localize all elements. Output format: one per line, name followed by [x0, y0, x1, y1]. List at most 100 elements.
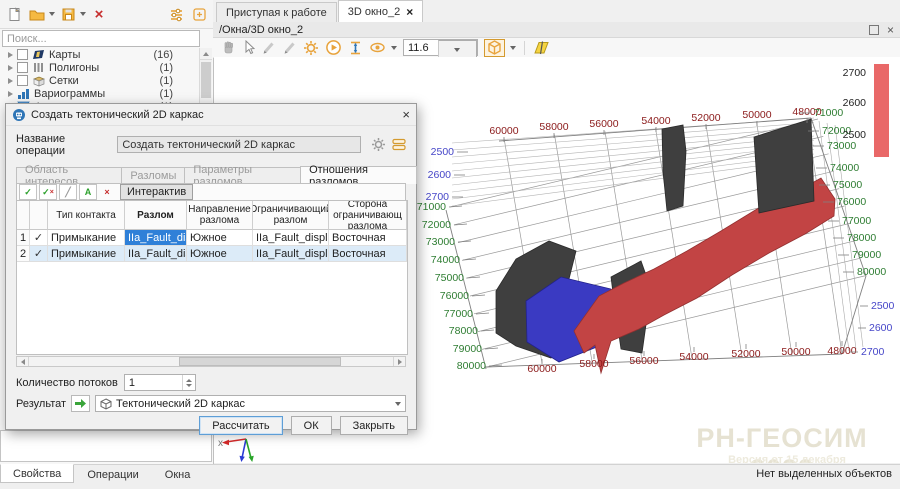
cell-contact-type[interactable]: Примыкание — [48, 230, 125, 246]
pan-hand-icon[interactable] — [221, 39, 236, 56]
draw-pencil-icon[interactable] — [261, 39, 276, 56]
tree-item-polygons[interactable]: Полигоны (1) — [0, 61, 199, 74]
axis-tick-label: 80000 — [457, 360, 486, 372]
cell-fault-selected[interactable]: IIa_Fault_displa... — [125, 230, 187, 246]
spinner-arrows[interactable] — [182, 375, 195, 390]
checkbox[interactable] — [17, 75, 28, 86]
column-header-fault[interactable]: Разлом — [125, 201, 187, 230]
row-checkbox[interactable]: ✓ — [30, 246, 48, 262]
cell-bounding-side[interactable]: Восточная — [329, 230, 407, 246]
remove-red-icon[interactable]: × — [99, 185, 115, 199]
eye-dropdown-caret[interactable] — [391, 46, 397, 50]
expand-caret-icon[interactable] — [8, 65, 13, 71]
check-remove-icon[interactable]: ✓× — [39, 184, 57, 200]
threads-spinner[interactable]: 1 — [124, 374, 196, 391]
settings-gear-icon[interactable] — [303, 39, 319, 56]
calculate-button[interactable]: Рассчитать — [199, 416, 282, 435]
edit-pencil-icon[interactable] — [282, 39, 297, 56]
open-dropdown-caret[interactable] — [49, 12, 55, 16]
auto-select-icon[interactable]: A — [79, 184, 97, 200]
new-document-button[interactable] — [4, 4, 24, 24]
tab-faults[interactable]: Разломы — [121, 167, 185, 184]
scroll-left-icon[interactable] — [17, 357, 29, 366]
result-combo[interactable]: Тектонический 2D каркас — [95, 395, 406, 412]
tab-fault-relations[interactable]: Отношения разломов — [300, 166, 417, 184]
filter-settings-icon[interactable] — [166, 4, 186, 24]
cell-bounding-fault[interactable]: IIa_Fault_displacem... — [253, 246, 329, 262]
table-horizontal-scrollbar[interactable] — [16, 356, 406, 367]
cell-bounding-side[interactable]: Восточная — [329, 246, 407, 262]
expand-caret-icon[interactable] — [8, 91, 13, 97]
visibility-eye-icon[interactable] — [369, 39, 386, 56]
row-checkbox[interactable]: ✓ — [30, 230, 48, 246]
axis-tick-label: 2500 — [431, 146, 455, 158]
close-tab-icon[interactable]: × — [406, 7, 413, 17]
fault-relations-table[interactable]: Тип контакта Разлом Направление разлома … — [16, 200, 408, 355]
save-button[interactable] — [58, 4, 78, 24]
tab-getting-started[interactable]: Приступая к работе — [216, 2, 337, 22]
surface-fault-dark-topright[interactable] — [754, 119, 814, 213]
scrollbar-thumb[interactable] — [201, 62, 211, 98]
checkbox[interactable] — [17, 49, 28, 60]
vertical-scale-icon[interactable] — [348, 39, 363, 56]
save-dropdown-caret[interactable] — [80, 12, 86, 16]
expand-caret-icon[interactable] — [8, 78, 13, 84]
scroll-right-icon[interactable] — [393, 357, 405, 366]
clear-diagonal-icon[interactable]: ╱ — [59, 184, 77, 200]
cube-dropdown-caret[interactable] — [510, 46, 516, 50]
check-all-icon[interactable]: ✓ — [19, 184, 37, 200]
column-header[interactable] — [30, 201, 48, 230]
cell-fault[interactable]: IIa_Fault_displa... — [125, 246, 187, 262]
interactive-toggle[interactable]: Интерактив — [120, 184, 193, 200]
select-cursor-icon[interactable] — [242, 39, 255, 56]
tree-item-maps[interactable]: Карты (16) — [0, 48, 199, 61]
search-box[interactable] — [2, 30, 200, 47]
tab-properties[interactable]: Свойства — [0, 464, 74, 483]
scrollbar-thumb[interactable] — [179, 357, 341, 366]
tab-windows[interactable]: Окна — [152, 465, 204, 484]
tab-area-of-interest[interactable]: Область интересов — [16, 167, 122, 184]
restore-window-icon[interactable] — [869, 25, 879, 35]
axis-tick-label: 58000 — [539, 121, 568, 133]
column-header-contact-type[interactable]: Тип контакта — [48, 201, 125, 230]
open-folder-button[interactable] — [27, 4, 47, 24]
result-arrow-button[interactable] — [71, 395, 90, 412]
fault-plane-icon[interactable] — [533, 39, 550, 56]
cell-direction[interactable]: Южное — [187, 230, 253, 246]
close-button[interactable]: Закрыть — [340, 416, 408, 435]
checkbox[interactable] — [17, 62, 28, 73]
tree-item-label: Карты — [49, 49, 149, 61]
play-icon[interactable] — [325, 39, 342, 56]
operation-name-field[interactable]: Создать тектонический 2D каркас — [117, 136, 361, 153]
search-input[interactable] — [3, 31, 199, 46]
tree-item-variograms[interactable]: Вариограммы (1) — [0, 87, 199, 100]
delete-button[interactable]: × — [89, 4, 109, 24]
axis-tick-label: 2700 — [843, 67, 867, 79]
tab-operations[interactable]: Операции — [74, 465, 151, 484]
surface-fault-dark-top[interactable] — [662, 125, 686, 211]
result-dropdown-caret[interactable] — [395, 402, 401, 406]
add-panel-button[interactable] — [189, 4, 209, 24]
column-header-bounding-fault[interactable]: Ограничивающий разлом — [253, 201, 329, 230]
column-header[interactable] — [17, 201, 30, 230]
column-header-direction[interactable]: Направление разлома — [187, 201, 253, 230]
dialog-close-icon[interactable]: × — [402, 107, 410, 122]
ok-button[interactable]: ОК — [291, 416, 332, 435]
scroll-up-icon[interactable] — [200, 48, 212, 60]
tab-3d-window[interactable]: 3D окно_2 × — [338, 0, 424, 22]
close-window-icon[interactable]: × — [887, 23, 894, 37]
axis-tick-label: 73000 — [827, 140, 856, 152]
column-header-bounding-side[interactable]: Сторона ограничивающ разлома — [329, 201, 407, 230]
dialog-settings-gear-icon[interactable] — [371, 137, 385, 152]
scale-combo[interactable]: 11.6 — [403, 39, 478, 56]
presets-layers-icon[interactable] — [391, 138, 406, 151]
cell-direction[interactable]: Южное — [187, 246, 253, 262]
view-cube-button[interactable] — [484, 39, 505, 57]
cell-bounding-fault[interactable]: IIa_Fault_displacem... — [253, 230, 329, 246]
tree-item-grids[interactable]: Сетки (1) — [0, 74, 199, 87]
tab-fault-parameters[interactable]: Параметры разломов — [184, 167, 301, 184]
cell-contact-type[interactable]: Примыкание — [48, 246, 125, 262]
expand-caret-icon[interactable] — [8, 52, 13, 58]
dialog-title-bar[interactable]: Создать тектонический 2D каркас × — [6, 104, 416, 126]
tree-item-count: (1) — [160, 62, 195, 74]
